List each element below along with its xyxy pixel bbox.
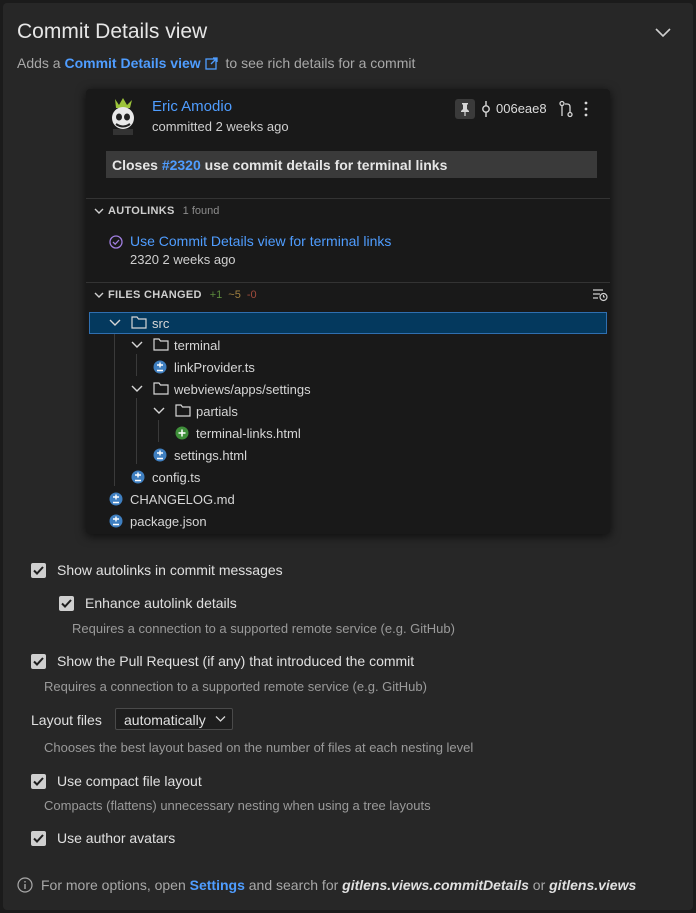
tree-folder-partials[interactable]: partials	[86, 400, 610, 422]
tree-item-label: package.json	[130, 514, 207, 529]
list-filter-icon[interactable]	[592, 288, 608, 302]
tree-item-label: src	[152, 316, 170, 331]
chevron-down-icon	[153, 407, 165, 414]
show-pr-label[interactable]: Show the Pull Request (if any) that intr…	[57, 653, 414, 669]
commit-message: Closes #2320 use commit details for term…	[106, 151, 597, 178]
check-icon	[33, 777, 44, 786]
show-pr-description: Requires a connection to a supported rem…	[44, 679, 427, 694]
layout-files-label: Layout files	[31, 712, 102, 728]
chevron-down-icon	[94, 292, 104, 298]
external-link-icon[interactable]	[204, 57, 218, 73]
enhance-autolinks-label[interactable]: Enhance autolink details	[85, 595, 237, 611]
autolink-issue-link[interactable]: Use Commit Details view for terminal lin…	[130, 233, 391, 249]
file-modified-icon	[153, 360, 167, 374]
autolink-meta: 2320 2 weeks ago	[130, 252, 236, 267]
file-modified-icon	[109, 492, 123, 506]
autolinks-section-header[interactable]: AUTOLINKS 1 found	[94, 205, 219, 217]
tree-file-linkprovider[interactable]: linkProvider.ts	[86, 356, 610, 378]
settings-section-panel: Commit Details view Adds a Commit Detail…	[3, 3, 693, 910]
compact-layout-label[interactable]: Use compact file layout	[57, 773, 202, 789]
footer-note: For more options, open Settings and sear…	[17, 877, 636, 896]
tree-folder-terminal[interactable]: terminal	[86, 334, 610, 356]
compact-layout-description: Compacts (flattens) unnecessary nesting …	[44, 798, 431, 813]
tree-item-label: linkProvider.ts	[174, 360, 255, 375]
check-icon	[33, 834, 44, 843]
enhance-autolinks-checkbox[interactable]	[59, 596, 74, 611]
folder-icon	[153, 382, 169, 395]
folder-icon	[153, 338, 169, 351]
search-term-commit-details: gitlens.views.commitDetails	[342, 877, 529, 893]
search-term-views: gitlens.views	[549, 877, 637, 893]
section-title: Commit Details view	[17, 20, 208, 43]
commit-details-preview: Eric Amodio committed 2 weeks ago 006eae…	[86, 89, 610, 534]
commit-details-view-link[interactable]: Commit Details view	[64, 55, 200, 71]
divider	[86, 282, 610, 283]
tree-item-label: webviews/apps/settings	[174, 382, 311, 397]
layout-files-description: Chooses the best layout based on the num…	[44, 740, 474, 755]
check-icon	[61, 599, 72, 608]
tree-item-label: CHANGELOG.md	[130, 492, 235, 507]
commit-sha[interactable]: 006eae8	[496, 101, 547, 116]
settings-link[interactable]: Settings	[190, 877, 245, 893]
commit-icon	[480, 101, 492, 117]
show-pr-checkbox[interactable]	[31, 654, 46, 669]
tree-item-label: terminal	[174, 338, 221, 353]
tree-file-config[interactable]: config.ts	[86, 466, 610, 488]
files-added-count: +1	[209, 289, 223, 301]
divider	[86, 198, 610, 199]
tree-item-label: terminal-links.html	[196, 426, 301, 441]
git-compare-icon[interactable]	[558, 100, 574, 118]
files-changed-section-header[interactable]: FILES CHANGED +1 ~5 -0	[94, 289, 257, 301]
author-avatars-label[interactable]: Use author avatars	[57, 830, 175, 846]
folder-icon	[175, 404, 191, 417]
autolinks-count: 1 found	[182, 205, 220, 217]
chevron-down-icon	[109, 319, 121, 326]
chevron-down-icon	[131, 341, 143, 348]
tree-item-label: partials	[196, 404, 238, 419]
layout-files-select[interactable]: automatically	[115, 708, 233, 730]
file-modified-icon	[131, 470, 145, 484]
tree-folder-webviews[interactable]: webviews/apps/settings	[86, 378, 610, 400]
files-deleted-count: -0	[246, 289, 257, 301]
avatar	[105, 97, 141, 135]
author-avatars-checkbox[interactable]	[31, 831, 46, 846]
file-modified-icon	[109, 514, 123, 528]
file-added-icon	[175, 426, 189, 440]
author-name[interactable]: Eric Amodio	[152, 98, 232, 115]
chevron-down-icon	[215, 716, 226, 722]
pin-icon[interactable]	[455, 99, 475, 119]
compact-layout-checkbox[interactable]	[31, 774, 46, 789]
tree-file-settings[interactable]: settings.html	[86, 444, 610, 466]
issue-closed-icon	[109, 235, 123, 249]
chevron-down-icon[interactable]	[654, 23, 672, 41]
section-subtitle: Adds a Commit Details view to see rich d…	[17, 55, 416, 73]
tree-file-changelog[interactable]: CHANGELOG.md	[86, 488, 610, 510]
chevron-down-icon	[131, 385, 143, 392]
show-autolinks-label[interactable]: Show autolinks in commit messages	[57, 562, 283, 578]
tree-file-terminal-links[interactable]: terminal-links.html	[86, 422, 610, 444]
check-icon	[33, 657, 44, 666]
tree-folder-src[interactable]: src	[89, 312, 607, 334]
check-icon	[33, 566, 44, 575]
enhance-autolinks-description: Requires a connection to a supported rem…	[72, 621, 455, 636]
files-modified-count: ~5	[228, 289, 241, 301]
folder-icon	[131, 316, 147, 329]
more-actions-icon[interactable]	[580, 99, 592, 119]
commit-date: committed 2 weeks ago	[152, 119, 289, 134]
info-icon	[17, 877, 33, 896]
tree-file-package-json[interactable]: package.json	[86, 510, 610, 532]
tree-item-label: settings.html	[174, 448, 247, 463]
issue-link[interactable]: #2320	[162, 157, 201, 173]
tree-item-label: config.ts	[152, 470, 201, 485]
file-modified-icon	[153, 448, 167, 462]
show-autolinks-checkbox[interactable]	[31, 563, 46, 578]
chevron-down-icon	[94, 208, 104, 214]
